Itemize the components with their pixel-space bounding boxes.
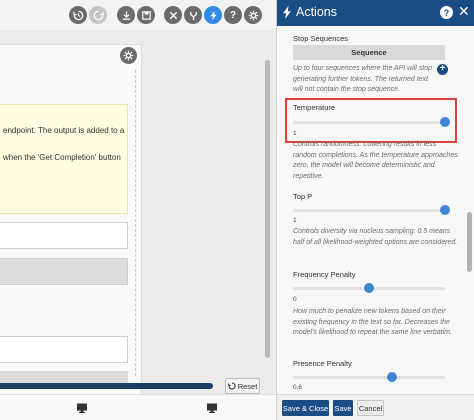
editor-scrollbar[interactable] bbox=[265, 30, 271, 380]
save-button[interactable]: Save bbox=[333, 400, 353, 416]
get-completion-button[interactable] bbox=[0, 258, 128, 285]
temperature-slider-knob[interactable] bbox=[440, 117, 450, 127]
save-icon[interactable] bbox=[137, 6, 155, 24]
redo-icon[interactable] bbox=[89, 6, 107, 24]
stop-sequences-label: Stop Sequences bbox=[293, 34, 349, 43]
frequency-penalty-value: 0 bbox=[293, 296, 297, 303]
temperature-slider[interactable] bbox=[293, 117, 450, 127]
presence-penalty-slider[interactable] bbox=[293, 372, 445, 382]
tools-icon[interactable] bbox=[164, 6, 182, 24]
actions-panel: Actions ? ✕ Stop Sequences Sequence + Up… bbox=[276, 0, 474, 420]
close-icon[interactable]: ✕ bbox=[458, 3, 470, 20]
top-p-value: 1 bbox=[293, 217, 297, 224]
reset-label: Reset bbox=[237, 381, 258, 391]
output-field[interactable] bbox=[0, 336, 128, 363]
top-p-slider[interactable] bbox=[293, 205, 450, 215]
scroll-thumb[interactable] bbox=[467, 212, 472, 272]
instruction-note: endpoint. The output is added to a when … bbox=[0, 104, 128, 214]
download-icon[interactable] bbox=[117, 6, 135, 24]
cancel-button[interactable]: Cancel bbox=[357, 400, 384, 416]
temperature-label: Temperature bbox=[293, 103, 336, 112]
fork-icon[interactable] bbox=[184, 6, 202, 24]
presence-penalty-slider-knob[interactable] bbox=[386, 372, 397, 382]
block-settings-icon[interactable] bbox=[120, 47, 137, 64]
temperature-help: Controls randomness: Lowering results in… bbox=[293, 141, 458, 180]
presence-penalty-value: 0.6 bbox=[293, 384, 303, 391]
save-close-button[interactable]: Save & Close bbox=[282, 400, 329, 416]
actions-footer: Save & Close Save Cancel bbox=[277, 394, 474, 420]
actions-header: Actions ? ✕ bbox=[277, 0, 474, 26]
actions-scrollbar[interactable] bbox=[466, 26, 473, 394]
frequency-penalty-help: How much to penalize new tokens based on… bbox=[293, 308, 452, 336]
frequency-penalty-label: Frequency Penalty bbox=[293, 270, 356, 279]
stop-sequences-help: Up to four sequences where the API will … bbox=[293, 65, 433, 93]
temperature-value: 1 bbox=[293, 130, 297, 137]
actions-icon[interactable] bbox=[204, 6, 222, 24]
note-line: endpoint. The output is added to a bbox=[3, 126, 125, 135]
scroll-thumb[interactable] bbox=[265, 60, 270, 358]
frequency-penalty-slider[interactable] bbox=[293, 283, 445, 293]
help-icon[interactable]: ? bbox=[224, 6, 242, 24]
desktop-icon[interactable] bbox=[206, 402, 218, 414]
top-p-slider-knob[interactable] bbox=[440, 205, 450, 215]
editor-toolbar: ? bbox=[0, 0, 276, 30]
reset-button[interactable]: Reset bbox=[225, 378, 260, 394]
actions-body: Stop Sequences Sequence + Up to four seq… bbox=[277, 26, 474, 394]
frequency-penalty-slider-knob[interactable] bbox=[364, 283, 374, 293]
presence-penalty-label: Presence Penalty bbox=[293, 359, 352, 368]
secondary-bar bbox=[0, 371, 128, 383]
device-bar bbox=[0, 394, 276, 420]
top-p-help: Controls diversity via nucleus sampling:… bbox=[293, 228, 458, 246]
settings-icon[interactable] bbox=[244, 6, 262, 24]
progress-bar bbox=[0, 383, 213, 389]
desktop-icon[interactable] bbox=[76, 402, 88, 414]
top-p-label: Top P bbox=[293, 192, 313, 201]
editor-area: ? endpoint. The output is added to a whe… bbox=[0, 0, 276, 420]
history-icon[interactable] bbox=[69, 6, 87, 24]
reset-icon bbox=[227, 382, 236, 390]
stop-sequence-field[interactable]: Sequence bbox=[293, 45, 445, 60]
lightning-icon bbox=[283, 6, 291, 19]
help-icon[interactable]: ? bbox=[440, 6, 453, 19]
note-line: when the 'Get Completion' button bbox=[3, 153, 121, 162]
actions-title: Actions bbox=[296, 5, 337, 19]
text-input[interactable] bbox=[0, 222, 128, 249]
